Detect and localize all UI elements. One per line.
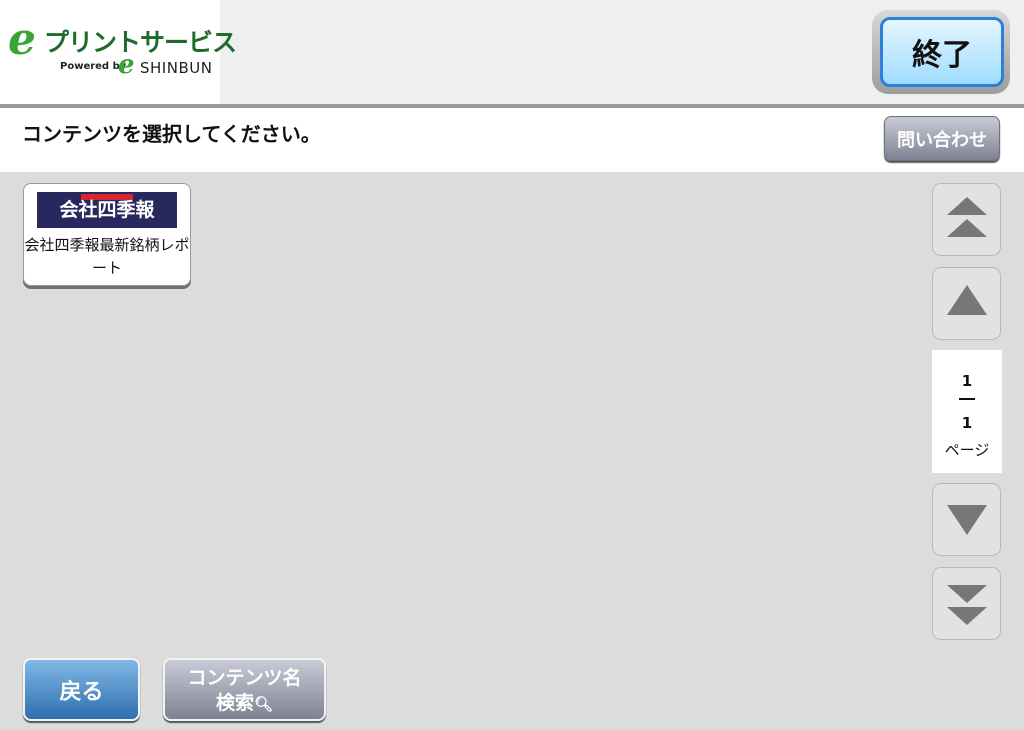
- last-page-button[interactable]: [932, 567, 1001, 640]
- search-button-line1: コンテンツ名: [187, 667, 302, 689]
- logo-brand-name: SHINBUN: [140, 59, 213, 77]
- page-label: ページ: [944, 441, 990, 459]
- page-indicator: 1 1 ページ: [932, 350, 1002, 473]
- next-page-button[interactable]: [932, 483, 1001, 556]
- inquiry-button[interactable]: 問い合わせ: [884, 116, 1000, 161]
- logo-powered-by: Powered by: [60, 61, 127, 72]
- instruction-text: コンテンツを選択してください。: [22, 122, 321, 146]
- logo-e-mark: e: [8, 14, 36, 65]
- up-arrow-icon: [947, 285, 987, 315]
- double-up-arrow-icon-lower: [947, 219, 987, 237]
- back-button[interactable]: 戻る: [23, 658, 140, 721]
- search-button-line2: 検索🔍︎: [165, 691, 324, 716]
- logo-service-name: プリントサービス: [44, 28, 237, 57]
- content-label: 会社四季報最新銘柄レポート: [24, 236, 190, 277]
- double-down-arrow-icon: [947, 585, 987, 603]
- end-button[interactable]: 終了: [880, 17, 1004, 87]
- down-arrow-icon: [947, 505, 987, 535]
- logo: e プリントサービス Powered by e SHINBUN: [0, 0, 237, 104]
- first-page-button[interactable]: [932, 183, 1001, 256]
- logo-brand-e-mark: e: [118, 50, 135, 80]
- current-page: 1: [961, 372, 973, 390]
- content-name-search-button[interactable]: コンテンツ名 検索🔍︎: [163, 658, 326, 721]
- prev-page-button[interactable]: [932, 267, 1001, 340]
- search-button-label: 検索: [215, 692, 254, 714]
- thumbnail-title: 会社四季報: [59, 199, 155, 221]
- magnifier-icon: 🔍︎: [253, 694, 274, 713]
- page-divider: [959, 398, 975, 400]
- content-thumbnail: 会社四季報: [37, 192, 177, 228]
- total-pages: 1: [961, 414, 973, 432]
- double-down-arrow-icon-lower: [947, 607, 987, 625]
- double-up-arrow-icon: [947, 197, 987, 215]
- content-tile[interactable]: 会社四季報 会社四季報最新銘柄レポート: [23, 183, 191, 286]
